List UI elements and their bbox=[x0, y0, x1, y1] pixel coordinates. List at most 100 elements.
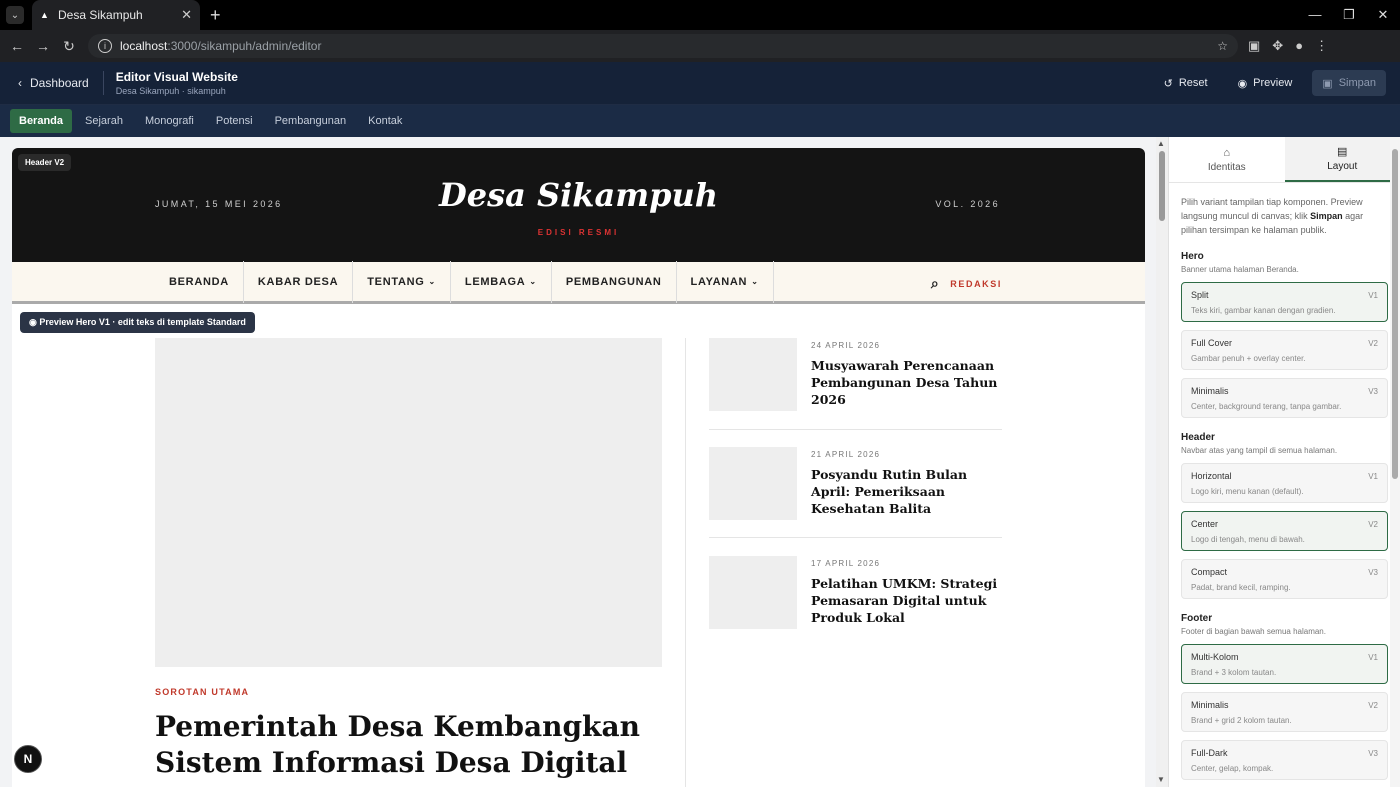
option-version: V2 bbox=[1368, 339, 1378, 348]
back-arrow-icon[interactable]: ← bbox=[4, 38, 30, 54]
close-window-icon[interactable]: ✕ bbox=[1366, 0, 1400, 30]
site-nav-layanan[interactable]: LAYANAN ⌄ bbox=[677, 260, 774, 303]
news-title[interactable]: Musyawarah Perencanaan Pembangunan Desa … bbox=[811, 357, 1002, 408]
news-title[interactable]: Posyandu Rutin Bulan April: Pemeriksaan … bbox=[811, 466, 1002, 517]
panel-scroll-thumb[interactable] bbox=[1392, 149, 1398, 479]
section-desc: Navbar atas yang tampil di semua halaman… bbox=[1181, 446, 1338, 455]
save-button[interactable]: ▣ Simpan bbox=[1312, 70, 1386, 96]
eye-icon: ◉ bbox=[29, 317, 40, 327]
puzzle-icon[interactable]: ✥ bbox=[1272, 38, 1283, 54]
scroll-down-icon[interactable]: ▼ bbox=[1157, 775, 1165, 784]
news-thumbnail bbox=[709, 447, 797, 520]
page-tab-pembangunan[interactable]: Pembangunan bbox=[266, 109, 356, 133]
option-version: V2 bbox=[1368, 520, 1378, 529]
restore-icon[interactable]: ❐ bbox=[1332, 0, 1366, 30]
news-item[interactable]: 21 APRIL 2026 Posyandu Rutin Bulan April:… bbox=[709, 447, 1002, 520]
variant-option[interactable]: Horizontal V1 Logo kiri, menu kanan (defau… bbox=[1181, 463, 1388, 503]
new-tab-icon[interactable]: + bbox=[210, 5, 221, 26]
tab-list-chevron-icon[interactable]: ⌄ bbox=[6, 6, 24, 24]
page-tab-potensi[interactable]: Potensi bbox=[207, 109, 262, 133]
editor-canvas: Header V2 JUMAT, 15 MEI 2026 Desa Sikamp… bbox=[0, 137, 1156, 787]
news-thumbnail bbox=[709, 338, 797, 411]
canvas-scroll-thumb[interactable] bbox=[1159, 151, 1165, 221]
url-host: localhost bbox=[120, 39, 168, 53]
variant-option[interactable]: Multi-Kolom V1 Brand + 3 kolom tautan. bbox=[1181, 644, 1388, 684]
option-name: Center bbox=[1191, 519, 1219, 529]
site-preview-frame: Header V2 JUMAT, 15 MEI 2026 Desa Sikamp… bbox=[12, 148, 1145, 787]
site-nav: BERANDA KABAR DESA TENTANG ⌄ LEMBAGA ⌄ PEM… bbox=[12, 260, 1145, 304]
profile-avatar-icon[interactable]: ● bbox=[1295, 38, 1303, 54]
forward-arrow-icon[interactable]: → bbox=[30, 38, 56, 54]
page-tab-beranda[interactable]: Beranda bbox=[10, 109, 73, 133]
page-tab-sejarah[interactable]: Sejarah bbox=[76, 109, 132, 133]
page-tab-monografi[interactable]: Monografi bbox=[136, 109, 203, 133]
preview-button[interactable]: ◉ Preview bbox=[1228, 70, 1303, 96]
variant-option[interactable]: Center V2 Logo di tengah, menu di bawah. bbox=[1181, 511, 1388, 551]
hero-headline[interactable]: Pemerintah Desa Kembangkan Sistem Inform… bbox=[155, 709, 675, 781]
url-bar[interactable]: i localhost:3000/sikampuh/admin/editor ☆ bbox=[88, 34, 1238, 58]
reset-button[interactable]: ↺ Reset bbox=[1154, 70, 1218, 96]
save-icon: ▣ bbox=[1322, 77, 1333, 90]
intro-bold: Simpan bbox=[1310, 211, 1343, 221]
option-version: V1 bbox=[1368, 291, 1378, 300]
variant-option[interactable]: Minimalis V2 Brand + grid 2 kolom tautan. bbox=[1181, 692, 1388, 732]
bookmark-star-icon[interactable]: ☆ bbox=[1217, 39, 1228, 53]
variant-option[interactable]: Split V1 Teks kiri, gambar kanan dengan gr… bbox=[1181, 282, 1388, 322]
tab-identitas[interactable]: ⌂ Identitas bbox=[1169, 137, 1285, 182]
chevron-left-icon: ‹ bbox=[18, 76, 22, 90]
panel-scrollbar[interactable] bbox=[1390, 137, 1400, 787]
option-desc: Logo di tengah, menu di bawah. bbox=[1191, 535, 1305, 544]
variant-option[interactable]: Compact V3 Padat, brand kecil, ramping. bbox=[1181, 559, 1388, 599]
hero-preview-note: ◉ Preview Hero V1 · edit teks di templat… bbox=[20, 312, 255, 333]
canvas-scrollbar[interactable]: ▲ ▼ bbox=[1156, 137, 1168, 787]
site-nav-lembaga[interactable]: LEMBAGA ⌄ bbox=[451, 260, 552, 303]
variant-option[interactable]: Full-Dark V3 Center, gelap, kompak. bbox=[1181, 740, 1388, 780]
extensions-area: ▣ ✥ ● ⋮ bbox=[1248, 38, 1328, 54]
site-nav-beranda[interactable]: BERANDA bbox=[155, 260, 244, 303]
hero-image-placeholder[interactable] bbox=[155, 338, 662, 667]
site-nav-pembangunan[interactable]: PEMBANGUNAN bbox=[552, 260, 677, 303]
extension-icon[interactable]: ▣ bbox=[1248, 38, 1260, 54]
site-nav-tentang[interactable]: TENTANG ⌄ bbox=[353, 260, 451, 303]
nav-label: PEMBANGUNAN bbox=[565, 275, 662, 288]
scroll-up-icon[interactable]: ▲ bbox=[1157, 139, 1165, 148]
minimize-icon[interactable]: — bbox=[1298, 0, 1332, 30]
header-actions: ↺ Reset ◉ Preview ▣ Simpan bbox=[1154, 70, 1386, 96]
news-divider bbox=[709, 429, 1002, 430]
back-label: Dashboard bbox=[30, 76, 89, 90]
news-title[interactable]: Pelatihan UMKM: Strategi Pemasaran Digit… bbox=[811, 575, 1002, 626]
news-date: 21 APRIL 2026 bbox=[811, 450, 881, 459]
tab-layout[interactable]: ▤ Layout bbox=[1284, 137, 1400, 182]
option-version: V3 bbox=[1368, 749, 1378, 758]
option-name: Compact bbox=[1191, 567, 1228, 577]
variant-badge: Header V2 bbox=[18, 154, 72, 171]
reset-icon: ↺ bbox=[1163, 77, 1173, 90]
news-item[interactable]: 17 APRIL 2026 Pelatihan UMKM: Strategi Pe… bbox=[709, 556, 1002, 629]
site-info-icon[interactable]: i bbox=[98, 39, 112, 53]
site-nav-kabar-desa[interactable]: KABAR DESA bbox=[244, 260, 354, 303]
nav-label: KABAR DESA bbox=[257, 275, 339, 288]
browser-tab[interactable]: ▲ Desa Sikampuh ✕ bbox=[32, 0, 200, 30]
redaksi-link[interactable]: REDAKSI bbox=[950, 279, 1002, 289]
search-icon[interactable]: ⌕ bbox=[931, 275, 940, 292]
layout-icon: ▤ bbox=[1337, 146, 1348, 158]
option-name: Full Cover bbox=[1191, 338, 1233, 348]
next-dev-tools-button[interactable]: N bbox=[14, 745, 42, 773]
tab-layout-label: Layout bbox=[1327, 161, 1358, 172]
save-label: Simpan bbox=[1338, 77, 1376, 89]
section-title: Footer bbox=[1181, 613, 1213, 624]
news-item[interactable]: 24 APRIL 2026 Musyawarah Perencanaan Pemb… bbox=[709, 338, 1002, 411]
back-to-dashboard-button[interactable]: ‹ Dashboard bbox=[18, 71, 104, 95]
close-tab-icon[interactable]: ✕ bbox=[181, 7, 192, 23]
option-desc: Padat, brand kecil, ramping. bbox=[1191, 583, 1291, 592]
site-header[interactable]: Header V2 JUMAT, 15 MEI 2026 Desa Sikamp… bbox=[12, 148, 1145, 262]
page-tab-kontak[interactable]: Kontak bbox=[359, 109, 411, 133]
site-search[interactable]: ⌕ REDAKSI bbox=[931, 275, 1002, 292]
section-title: Hero bbox=[1181, 251, 1204, 262]
reload-icon[interactable]: ↻ bbox=[56, 38, 82, 55]
kebab-menu-icon[interactable]: ⋮ bbox=[1315, 38, 1328, 54]
panel-tabs: ⌂ Identitas ▤ Layout bbox=[1169, 137, 1400, 183]
variant-option[interactable]: Full Cover V2 Gambar penuh + overlay cente… bbox=[1181, 330, 1388, 370]
reset-label: Reset bbox=[1178, 77, 1208, 89]
variant-option[interactable]: Minimalis V3 Center, background terang, ta… bbox=[1181, 378, 1388, 418]
